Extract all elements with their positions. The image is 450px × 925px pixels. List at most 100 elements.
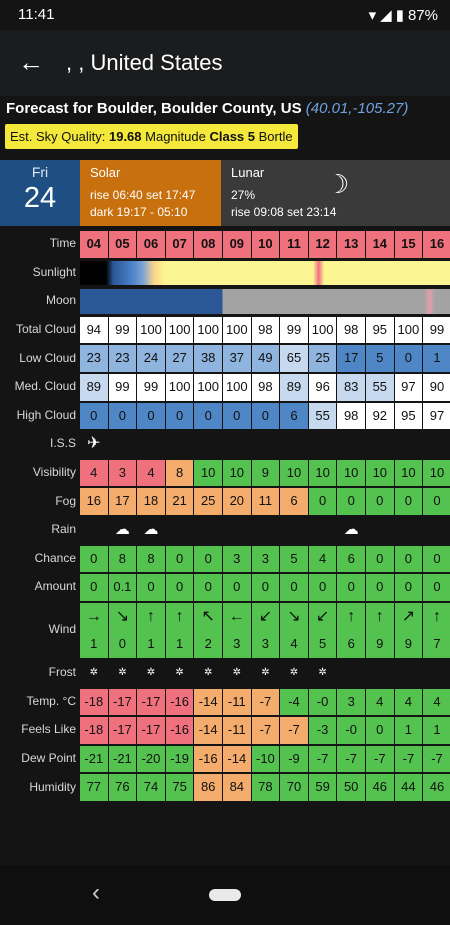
signal-icon: ◢ xyxy=(380,7,392,24)
high-cloud-cell: 95 xyxy=(394,402,423,430)
wind-direction-icon: ↗ xyxy=(401,607,416,625)
status-bar: 11:41 ▾ ◢ ▮ 87% xyxy=(0,0,450,30)
feels-like-cell: -0 xyxy=(337,717,365,744)
high-cloud-cell: 0 xyxy=(165,402,194,430)
lunar-percent: 27% xyxy=(231,188,256,202)
day-block: Fri 24 xyxy=(0,160,80,226)
sky-quality-prefix: Est. Sky Quality: xyxy=(10,129,109,144)
low-cloud-cell: 17 xyxy=(337,345,365,372)
dew-point-cell: -7 xyxy=(423,745,450,773)
med-cloud-cell: 97 xyxy=(394,374,423,401)
fog-cell: 16 xyxy=(80,488,108,515)
sky-quality-class: Class 5 xyxy=(209,129,256,144)
feels-like-cell: -16 xyxy=(165,717,194,744)
hour-cell: 11 xyxy=(280,231,308,258)
back-arrow-icon[interactable]: ← xyxy=(18,48,44,76)
dew-point-cell: -16 xyxy=(194,745,222,773)
high-cloud-cell: 0 xyxy=(251,402,280,430)
feels-like-cell: -7 xyxy=(280,717,308,744)
status-time: 11:41 xyxy=(18,6,55,23)
visibility-label: Visibility xyxy=(32,465,76,480)
dew-point-cell: -9 xyxy=(280,745,308,773)
wind-cell: ↘ 4 xyxy=(280,602,308,658)
dew-point-cell: -7 xyxy=(366,745,394,773)
temp-cell: -4 xyxy=(280,688,308,716)
humidity-cell: 50 xyxy=(337,774,365,801)
chance-cell: 4 xyxy=(308,545,337,573)
dew-point-cell: -21 xyxy=(108,745,137,773)
moon-bar xyxy=(80,289,450,314)
lunar-rise-set: rise 09:08 set 23:14 xyxy=(231,205,337,219)
temp-cell: -0 xyxy=(308,688,337,716)
high-cloud-label: High Cloud xyxy=(16,407,76,422)
wind-speed: 1 xyxy=(147,635,155,651)
low-cloud-cell: 49 xyxy=(251,345,280,372)
fog-cell: 18 xyxy=(137,488,165,515)
rain-cloud-icon: ☁ xyxy=(143,521,159,538)
feels-like-cell: 1 xyxy=(394,717,423,744)
solar-dark: dark 19:17 - 05:10 xyxy=(90,205,188,219)
visibility-cell: 10 xyxy=(280,459,308,487)
wind-speed: 5 xyxy=(318,635,327,651)
wind-cell: ↑ 6 xyxy=(337,602,365,658)
chance-cell: 0 xyxy=(394,545,423,573)
dew-point-cell: -19 xyxy=(165,745,194,773)
visibility-cell: 10 xyxy=(194,459,222,487)
feels-like-row: Feels Like -18 -17 -17 -16 -14 -11 -7 -7 -3 -0 0 1 1 xyxy=(0,716,450,745)
visibility-cell: 8 xyxy=(165,459,194,487)
nav-back-icon[interactable]: ‹ xyxy=(92,879,100,907)
wind-speed: 1 xyxy=(90,635,98,651)
wind-direction-icon: ↘ xyxy=(115,607,130,625)
nav-home-pill[interactable] xyxy=(209,889,241,901)
amount-label: Amount xyxy=(34,579,76,594)
med-cloud-row: Med. Cloud 89 99 99 100 100 100 98 89 96 83 55 97 90 xyxy=(0,373,450,402)
low-cloud-cell: 23 xyxy=(80,345,108,372)
app-bar: ← , , United States xyxy=(0,30,450,96)
med-cloud-cell: 83 xyxy=(337,374,365,401)
battery-percent: 87% xyxy=(407,6,438,24)
chance-cell: 0 xyxy=(366,545,394,573)
total-cloud-row: Total Cloud 94 99 100 100 100 100 98 99 100 98 95 10… xyxy=(0,316,450,345)
high-cloud-cell: 0 xyxy=(223,402,251,430)
wind-speed: 0 xyxy=(118,635,126,651)
chance-row: Chance 0 8 8 0 0 3 3 5 4 6 0 0 0 xyxy=(0,545,450,574)
humidity-cell: 76 xyxy=(108,774,137,801)
high-cloud-row: High Cloud 0 0 0 0 0 0 0 6 55 98 92 95 97 xyxy=(0,402,450,431)
amount-cell: 0 xyxy=(423,574,450,601)
high-cloud-cell: 0 xyxy=(137,402,165,430)
fog-cell: 25 xyxy=(194,488,222,515)
temp-cell: 3 xyxy=(337,688,365,716)
hour-cell: 16 xyxy=(423,231,450,258)
total-cloud-cell: 100 xyxy=(394,316,423,344)
dew-point-cell: -7 xyxy=(394,745,423,773)
fog-label: Fog xyxy=(55,493,76,508)
fog-cell: 0 xyxy=(394,488,423,515)
feels-like-cell: -17 xyxy=(108,717,137,744)
feels-like-cell: -3 xyxy=(308,717,337,744)
med-cloud-label: Med. Cloud xyxy=(14,379,76,394)
med-cloud-cell: 100 xyxy=(194,374,222,401)
humidity-cell: 70 xyxy=(280,774,308,801)
humidity-cell: 46 xyxy=(366,774,394,801)
wind-cell: ↙ 5 xyxy=(308,602,337,658)
dew-point-cell: -7 xyxy=(337,745,365,773)
visibility-cell: 10 xyxy=(423,459,450,487)
temp-cell: 4 xyxy=(394,688,423,716)
hour-cell: 13 xyxy=(337,231,365,258)
frost-icon: ✲ xyxy=(175,667,184,678)
wind-cell: ↑ 1 xyxy=(137,602,165,658)
wind-speed: 7 xyxy=(433,635,441,651)
temp-cell: 4 xyxy=(423,688,450,716)
frost-icon: ✲ xyxy=(232,667,241,678)
frost-icon: ✲ xyxy=(203,667,213,678)
amount-cell: 0 xyxy=(394,574,423,601)
iss-row: I.S.S ✈ xyxy=(0,430,450,459)
feels-like-cell: 0 xyxy=(366,717,394,744)
chance-cell: 8 xyxy=(108,545,137,573)
temp-cell: -14 xyxy=(194,688,222,716)
total-cloud-cell: 99 xyxy=(280,316,308,344)
total-cloud-cell: 94 xyxy=(80,316,108,344)
humidity-row: Humidity 77 76 74 75 86 84 78 70 59 50 46 44 46 xyxy=(0,773,450,802)
fog-cell: 0 xyxy=(366,488,394,515)
amount-cell: 0 xyxy=(366,574,394,601)
